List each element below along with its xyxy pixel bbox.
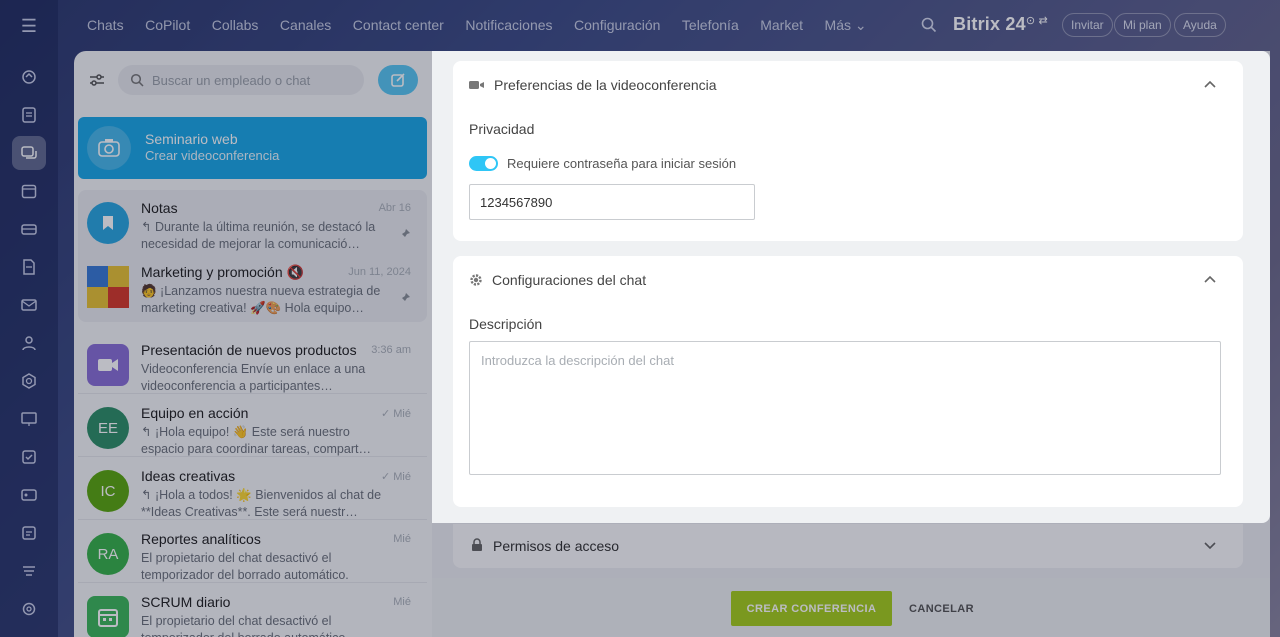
password-toggle[interactable] [469,156,498,171]
password-toggle-label: Requiere contraseña para iniciar sesión [507,156,737,171]
gear-icon [470,274,482,286]
privacy-label: Privacidad [469,121,535,137]
chevron-up-icon[interactable] [1203,273,1217,287]
focused-settings-panel: Preferencias de la videoconferencia Priv… [432,51,1270,523]
description-input[interactable] [469,341,1221,475]
video-icon [469,81,484,89]
video-preferences-section: Preferencias de la videoconferencia Priv… [453,61,1243,241]
password-input[interactable] [469,184,755,220]
description-label: Descripción [469,316,543,332]
chevron-up-icon[interactable] [1203,78,1217,92]
video-preferences-title: Preferencias de la videoconferencia [494,77,717,93]
chat-settings-section: Configuraciones del chat Descripción [453,256,1243,507]
chat-settings-title: Configuraciones del chat [492,272,647,288]
